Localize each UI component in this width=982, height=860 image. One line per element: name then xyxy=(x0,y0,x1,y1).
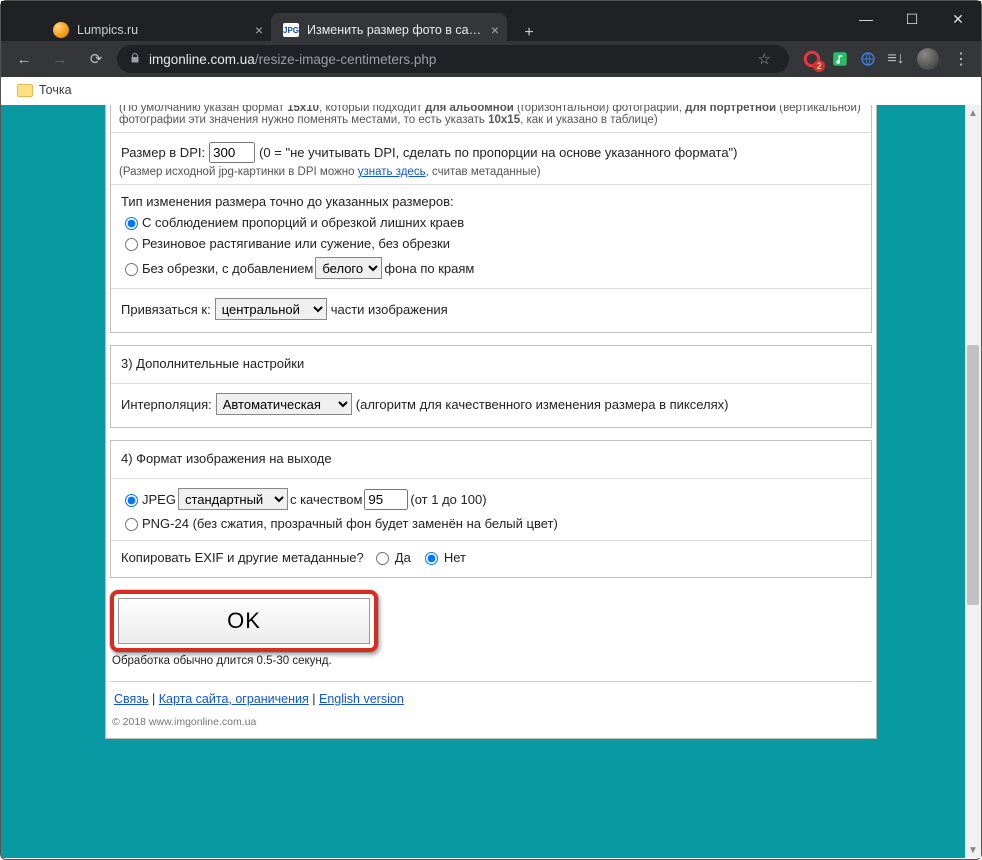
scroll-up-button[interactable]: ▲ xyxy=(965,105,981,121)
radio-exif-yes[interactable] xyxy=(376,552,389,565)
section-size-settings: (По умолчанию указан формат 15x10, котор… xyxy=(110,105,872,333)
section-output-format: 4) Формат изображения на выходе JPEG ста… xyxy=(110,440,872,578)
copyright: © 2018 www.imgonline.com.ua xyxy=(106,710,876,738)
radio-png[interactable] xyxy=(125,518,138,531)
minimize-button[interactable]: — xyxy=(843,1,889,37)
window-controls: — ☐ ✕ xyxy=(843,1,981,37)
resize-type-option-padding[interactable]: Без обрезки, с добавлением белого фона п… xyxy=(119,254,863,282)
bookmarks-bar: Точка xyxy=(1,75,981,105)
dpi-hint: (0 = "не учитывать DPI, сделать по пропо… xyxy=(259,145,737,160)
extension-music-icon[interactable] xyxy=(831,50,849,68)
scrollbar-track[interactable]: ▲ ▼ xyxy=(965,105,981,858)
lumpics-favicon xyxy=(53,22,69,38)
lock-icon xyxy=(129,52,141,67)
radio-jpeg[interactable] xyxy=(125,494,138,507)
exif-label: Копировать EXIF и другие метаданные? xyxy=(121,550,364,565)
browser-menu-icon[interactable]: ⋮ xyxy=(953,49,969,69)
jpeg-quality-input[interactable] xyxy=(364,489,408,510)
browser-toolbar: ← → ⟳ imgonline.com.ua /resize-image-cen… xyxy=(1,41,981,77)
extension-badge: 2 xyxy=(813,60,825,72)
url-host: imgonline.com.ua xyxy=(149,52,255,67)
page-viewport: (По умолчанию указан формат 15x10, котор… xyxy=(1,105,981,858)
dpi-help-link[interactable]: узнать здесь xyxy=(358,166,426,178)
extension-opera-icon[interactable]: 2 xyxy=(803,50,821,68)
format-option-jpeg[interactable]: JPEG стандартный с качеством (от 1 до 10… xyxy=(119,485,863,513)
resize-type-label: Тип изменения размера точно до указанных… xyxy=(119,191,863,212)
back-button[interactable]: ← xyxy=(9,44,39,74)
extension-icons: 2 ≡↓ xyxy=(803,50,905,68)
url-path: /resize-image-centimeters.php xyxy=(255,52,437,67)
footer-link-sitemap[interactable]: Карта сайта, ограничения xyxy=(159,692,309,706)
reload-button[interactable]: ⟳ xyxy=(81,44,111,74)
dpi-label: Размер в DPI: xyxy=(121,145,205,160)
footer-links: Связь | Карта сайта, ограничения | Engli… xyxy=(110,681,872,710)
scrollbar-thumb[interactable] xyxy=(967,345,979,605)
close-window-button[interactable]: ✕ xyxy=(935,1,981,37)
section4-title: 4) Формат изображения на выходе xyxy=(119,447,863,472)
address-bar[interactable]: imgonline.com.ua /resize-image-centimete… xyxy=(117,45,789,73)
processing-note: Обработка обычно длится 0.5-30 секунд. xyxy=(112,655,876,667)
anchor-select[interactable]: центральной xyxy=(215,298,327,320)
default-format-note: (По умолчанию указан формат 15x10, котор… xyxy=(119,105,863,126)
resize-type-option-stretch[interactable]: Резиновое растягивание или сужение, без … xyxy=(119,233,863,254)
ok-button[interactable]: OK xyxy=(118,598,370,644)
footer-link-english[interactable]: English version xyxy=(319,692,404,706)
tab-label: Изменить размер фото в санти xyxy=(307,23,483,37)
anchor-row: Привязаться к: центральной части изображ… xyxy=(119,295,863,323)
tab-label: Lumpics.ru xyxy=(77,23,247,37)
interpolation-select[interactable]: Автоматическая xyxy=(216,393,352,415)
dpi-help: (Размер исходной jpg-картинки в DPI можн… xyxy=(119,166,863,178)
interpolation-hint: (алгоритм для качественного изменения ра… xyxy=(356,397,729,412)
folder-icon xyxy=(17,84,33,97)
dpi-input[interactable] xyxy=(209,142,255,163)
radio-padding[interactable] xyxy=(125,263,138,276)
exif-row: Копировать EXIF и другие метаданные? Да … xyxy=(119,547,863,568)
browser-titlebar: Lumpics.ru × JPG Изменить размер фото в … xyxy=(1,1,981,75)
jpg-favicon: JPG xyxy=(283,23,299,37)
reading-list-icon[interactable]: ≡↓ xyxy=(887,50,905,68)
scroll-down-button[interactable]: ▼ xyxy=(965,842,981,858)
padding-color-select[interactable]: белого xyxy=(315,257,382,279)
page-content: (По умолчанию указан формат 15x10, котор… xyxy=(105,105,877,739)
extension-globe-icon[interactable] xyxy=(859,50,877,68)
footer-link-contact[interactable]: Связь xyxy=(114,692,149,706)
dpi-row: Размер в DPI: (0 = "не учитывать DPI, сд… xyxy=(119,139,863,166)
interpolation-row: Интерполяция: Автоматическая (алгоритм д… xyxy=(119,390,863,418)
radio-stretch[interactable] xyxy=(125,238,138,251)
radio-crop[interactable] xyxy=(125,217,138,230)
bookmark-star-icon[interactable]: ☆ xyxy=(758,50,771,68)
anchor-label: Привязаться к: xyxy=(121,302,211,317)
jpeg-subtype-select[interactable]: стандартный xyxy=(178,488,288,510)
format-option-png[interactable]: PNG-24 (без сжатия, прозрачный фон будет… xyxy=(119,513,863,534)
section-additional-settings: 3) Дополнительные настройки Интерполяция… xyxy=(110,345,872,428)
section3-title: 3) Дополнительные настройки xyxy=(119,352,863,377)
resize-type-option-crop[interactable]: С соблюдением пропорций и обрезкой лишни… xyxy=(119,212,863,233)
close-tab-icon[interactable]: × xyxy=(255,22,263,38)
maximize-button[interactable]: ☐ xyxy=(889,1,935,37)
ok-button-highlight: OK xyxy=(110,590,378,652)
forward-button: → xyxy=(45,44,75,74)
bookmark-item[interactable]: Точка xyxy=(39,83,72,97)
interpolation-label: Интерполяция: xyxy=(121,397,212,412)
radio-exif-no[interactable] xyxy=(425,552,438,565)
anchor-suffix: части изображения xyxy=(331,302,448,317)
profile-avatar[interactable] xyxy=(917,48,939,70)
close-tab-icon[interactable]: × xyxy=(491,22,499,38)
